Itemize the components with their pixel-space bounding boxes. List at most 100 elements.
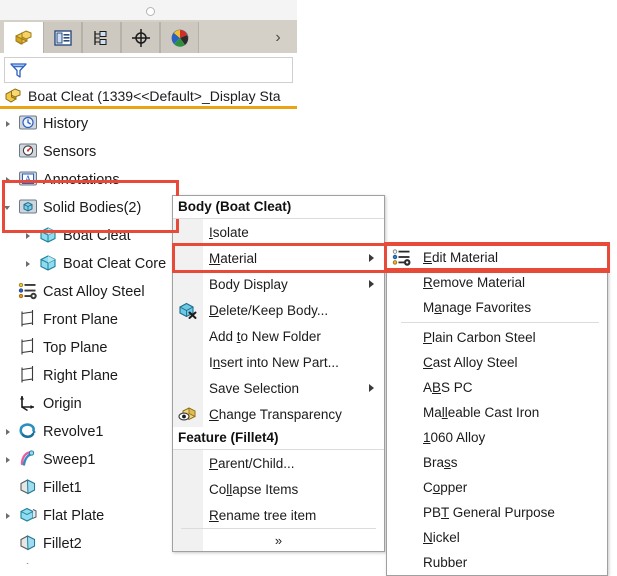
document-title-row[interactable]: Boat Cleat (1339<<Default>_Display Sta: [0, 85, 297, 107]
plane-icon: [18, 365, 40, 387]
submenu-items: Edit Material Remove Material Manage Favor…: [387, 245, 607, 575]
delete-keep-body-icon: [173, 297, 203, 323]
menu-item-label: Rubber: [423, 555, 468, 570]
menu-item-collapse-items[interactable]: Collapse Items: [173, 476, 384, 502]
menu-item-edit-material[interactable]: Edit Material: [387, 245, 607, 270]
tree-item-label: Annotations: [43, 172, 120, 188]
menu-item-malleable-cast-iron[interactable]: Malleable Cast Iron: [387, 400, 607, 425]
menu-item-label: Nickel: [423, 530, 460, 545]
menu-item-label: Collapse Items: [209, 481, 299, 497]
menu-item-save-selection[interactable]: Save Selection: [173, 375, 384, 401]
context-menu-feature-items: Parent/Child... Collapse Items Rename tree…: [173, 450, 384, 528]
tree-item-label: Solid Bodies(2): [43, 200, 142, 216]
menu-item-no-icon: [387, 500, 417, 526]
sweep-icon: [18, 449, 40, 471]
menu-item-no-icon: [173, 245, 203, 271]
property-manager-icon: [53, 29, 73, 47]
menu-item-pbt-general-purpose[interactable]: PBT General Purpose: [387, 500, 607, 525]
annotations-icon: A: [18, 169, 40, 191]
tree-twisty-none-icon: [0, 390, 18, 418]
svg-text:A: A: [25, 174, 32, 184]
panel-grip-dot[interactable]: [146, 7, 155, 16]
menu-item-rename-tree-item[interactable]: Rename tree item: [173, 502, 384, 528]
menu-item-label: Copper: [423, 480, 468, 495]
body-context-menu: Body (Boat Cleat) Isolate Material Body Di…: [172, 195, 385, 552]
feature-manager-tree-icon: [13, 28, 35, 48]
menu-item-label: PBT General Purpose: [423, 505, 555, 520]
menu-item-rubber[interactable]: Rubber: [387, 550, 607, 575]
tree-twisty-collapsed-icon[interactable]: [20, 222, 38, 250]
tree-twisty-collapsed-icon[interactable]: [0, 418, 18, 446]
context-menu-feature-header: Feature (Fillet4): [173, 427, 384, 450]
menu-item-material[interactable]: Material: [173, 245, 384, 271]
menu-item-no-icon: [173, 476, 203, 502]
tree-item-label: Top Plane: [43, 340, 108, 356]
tab-property-manager[interactable]: [43, 22, 82, 53]
tab-feature-manager[interactable]: [4, 22, 43, 54]
menu-item-nickel[interactable]: Nickel: [387, 525, 607, 550]
menu-item-cast-alloy-steel[interactable]: Cast Alloy Steel: [387, 350, 607, 375]
tree-item-label: Sensors: [43, 144, 97, 160]
menu-item-no-icon: [387, 325, 417, 351]
tree-twisty-none-icon: [0, 362, 18, 390]
menu-item-change-transparency[interactable]: Change Transparency: [173, 401, 384, 427]
menu-item-no-icon: [387, 350, 417, 376]
menu-item-insert-into-new-part[interactable]: Insert into New Part...: [173, 349, 384, 375]
tab-dimxpert-manager[interactable]: [121, 22, 160, 53]
menu-item-body-display[interactable]: Body Display: [173, 271, 384, 297]
tab-overflow-button[interactable]: ›: [265, 22, 291, 53]
context-menu-expand-chevron[interactable]: »: [173, 529, 384, 551]
tree-twisty-expanded-icon[interactable]: [0, 194, 18, 222]
filter-input-row[interactable]: [4, 57, 293, 83]
tree-item-sensors[interactable]: Sensors: [0, 138, 297, 166]
tree-item-label: Cast Alloy Steel: [43, 284, 145, 300]
tree-twisty-none-icon: [0, 138, 18, 166]
tree-twisty-none-icon: [0, 474, 18, 502]
solid-bodies-icon: [18, 197, 40, 219]
dimxpert-manager-icon: [131, 28, 151, 48]
tree-twisty-collapsed-icon[interactable]: [0, 502, 18, 530]
tree-twisty-collapsed-icon[interactable]: [0, 446, 18, 474]
menu-item-no-icon: [173, 502, 203, 528]
menu-item-plain-carbon-steel[interactable]: Plain Carbon Steel: [387, 325, 607, 350]
tree-item-history[interactable]: History: [0, 110, 297, 138]
panel-grip-bar[interactable]: [0, 0, 297, 21]
menu-item-add-to-new-folder[interactable]: Add to New Folder: [173, 323, 384, 349]
configuration-manager-icon: [92, 29, 112, 47]
menu-item-delete-keep-body[interactable]: Delete/Keep Body...: [173, 297, 384, 323]
menu-item-1060-alloy[interactable]: 1060 Alloy: [387, 425, 607, 450]
tab-display-manager[interactable]: [160, 22, 199, 53]
menu-item-abs-pc[interactable]: ABS PC: [387, 375, 607, 400]
menu-item-remove-material[interactable]: Remove Material: [387, 270, 607, 295]
document-title-label: Boat Cleat (1339<<Default>_Display Sta: [28, 88, 281, 104]
tree-twisty-collapsed-icon[interactable]: [0, 110, 18, 138]
menu-item-copper[interactable]: Copper: [387, 475, 607, 500]
menu-item-label: Malleable Cast Iron: [423, 405, 540, 420]
menu-item-manage-favorites[interactable]: Manage Favorites: [387, 295, 607, 320]
menu-item-isolate[interactable]: Isolate: [173, 219, 384, 245]
tab-configuration-manager[interactable]: [82, 22, 121, 53]
tree-twisty-none-icon: [0, 306, 18, 334]
menu-item-label: Insert into New Part...: [209, 354, 339, 370]
menu-item-no-icon: [387, 550, 417, 576]
part-document-icon: [4, 87, 23, 105]
plane-icon: [18, 309, 40, 331]
menu-item-label: Change Transparency: [209, 406, 342, 422]
tree-item-label: Fillet2: [43, 536, 82, 552]
body-cube-icon: [38, 253, 60, 275]
material-submenu: Edit Material Remove Material Manage Favor…: [386, 244, 608, 576]
tree-item-fillet3[interactable]: Fillet3: [0, 558, 297, 564]
tree-item-annotations[interactable]: A Annotations: [0, 166, 297, 194]
tree-twisty-collapsed-icon[interactable]: [20, 250, 38, 278]
menu-item-no-icon: [173, 450, 203, 476]
menu-item-no-icon: [173, 323, 203, 349]
menu-item-no-icon: [173, 349, 203, 375]
tree-twisty-collapsed-icon[interactable]: [0, 166, 18, 194]
tree-twisty-none-icon: [0, 334, 18, 362]
plane-icon: [18, 337, 40, 359]
menu-item-brass[interactable]: Brass: [387, 450, 607, 475]
filter-input[interactable]: [31, 60, 290, 82]
fillet-icon: [18, 533, 40, 555]
flat-plate-icon: [18, 505, 40, 527]
menu-item-parent-child[interactable]: Parent/Child...: [173, 450, 384, 476]
